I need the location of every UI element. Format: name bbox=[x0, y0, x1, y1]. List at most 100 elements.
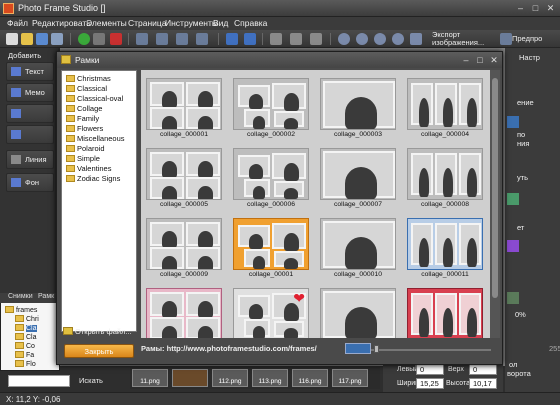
category-item[interactable]: Christmas bbox=[66, 74, 111, 83]
zoom-out-icon[interactable] bbox=[356, 33, 368, 45]
add-text-button[interactable]: Текст bbox=[6, 62, 54, 81]
dropper-icon[interactable] bbox=[507, 292, 519, 304]
save-icon[interactable] bbox=[36, 33, 48, 45]
frame-thumbnail[interactable]: collage_000004 bbox=[405, 74, 485, 142]
thumbnail[interactable]: 113.png bbox=[252, 369, 288, 387]
align-left-icon[interactable] bbox=[270, 33, 282, 45]
tab-snapshots[interactable]: Снимки bbox=[8, 293, 33, 300]
fullscreen-icon[interactable] bbox=[410, 33, 422, 45]
minimize-icon[interactable]: – bbox=[514, 2, 527, 14]
preview-button[interactable]: Предпро bbox=[512, 34, 542, 43]
frame-thumbnail[interactable]: collage_000003 bbox=[318, 74, 398, 142]
add-icon[interactable] bbox=[78, 33, 90, 45]
tree-item[interactable]: frames bbox=[5, 306, 37, 314]
backward-icon[interactable] bbox=[196, 33, 208, 45]
align-right-icon[interactable] bbox=[310, 33, 322, 45]
width-input[interactable]: 15,25 bbox=[416, 378, 444, 389]
new-icon[interactable] bbox=[6, 33, 18, 45]
menu-view[interactable]: Вид bbox=[213, 18, 228, 28]
frame-thumbnail[interactable]: collage_000002 bbox=[231, 74, 311, 142]
delete-icon[interactable] bbox=[110, 33, 122, 45]
category-item[interactable]: Family bbox=[66, 114, 99, 123]
menu-tools[interactable]: Инструменты bbox=[165, 18, 218, 28]
thumbnail[interactable] bbox=[172, 369, 208, 387]
menu-help[interactable]: Справка bbox=[234, 18, 267, 28]
add-background-button[interactable]: Фон bbox=[6, 173, 54, 192]
tab-frames[interactable]: Рамк bbox=[38, 293, 54, 300]
frame-thumbnail[interactable]: collage_000001 bbox=[144, 74, 224, 142]
tree-item[interactable]: Co bbox=[15, 342, 35, 350]
frame-thumbnail[interactable]: collage_000011 bbox=[405, 214, 485, 282]
open-file-button[interactable]: Открыть файл... bbox=[61, 324, 137, 339]
thumbnail[interactable]: 11.png bbox=[132, 369, 168, 387]
thumbnail[interactable]: 117.png bbox=[332, 369, 368, 387]
dialog-minimize-icon[interactable]: – bbox=[460, 54, 472, 66]
add-memo-button[interactable]: Мемо bbox=[6, 83, 54, 102]
frame-thumbnail[interactable] bbox=[318, 284, 398, 338]
zoom-actual-icon[interactable] bbox=[392, 33, 404, 45]
save-as-icon[interactable] bbox=[51, 33, 63, 45]
frame-thumbnail[interactable]: collage_000005 bbox=[144, 144, 224, 212]
category-item[interactable]: Valentines bbox=[66, 164, 111, 173]
undo-icon[interactable] bbox=[226, 33, 238, 45]
scrollbar-thumb[interactable] bbox=[492, 78, 498, 298]
category-item[interactable]: Collage bbox=[66, 104, 102, 113]
tree-item[interactable]: Cla bbox=[15, 333, 37, 341]
forward-icon[interactable] bbox=[176, 33, 188, 45]
frames-url[interactable]: Рамы: http://www.photoframestudio.com/fr… bbox=[141, 344, 317, 353]
zoom-fit-icon[interactable] bbox=[374, 33, 386, 45]
frame-thumbnail[interactable]: collage_00001 bbox=[231, 214, 311, 282]
tree-item[interactable]: Cla bbox=[15, 324, 37, 332]
category-item[interactable]: Simple bbox=[66, 154, 100, 163]
frame-thumbnail[interactable]: collage_000006 bbox=[231, 144, 311, 212]
menu-edit[interactable]: Редактировать bbox=[32, 18, 91, 28]
dialog-maximize-icon[interactable]: □ bbox=[474, 54, 486, 66]
frame-thumbnail[interactable]: collage_000009 bbox=[144, 214, 224, 282]
frame-icon[interactable] bbox=[507, 193, 519, 205]
search-input[interactable] bbox=[8, 375, 70, 387]
menu-page[interactable]: Страница bbox=[128, 18, 167, 28]
color-icon[interactable] bbox=[507, 240, 519, 252]
add-shape-button[interactable] bbox=[6, 104, 54, 123]
dialog-close-icon[interactable]: ✕ bbox=[488, 54, 500, 66]
bring-front-icon[interactable] bbox=[136, 33, 148, 45]
print-icon[interactable] bbox=[500, 33, 512, 45]
slider-handle[interactable] bbox=[374, 345, 379, 353]
settings-tab[interactable]: Настр bbox=[519, 53, 540, 62]
left-input[interactable]: 0 bbox=[416, 364, 444, 375]
thumbnail[interactable]: 116.png bbox=[292, 369, 328, 387]
menu-file[interactable]: Файл bbox=[7, 18, 28, 28]
send-back-icon[interactable] bbox=[156, 33, 168, 45]
open-icon[interactable] bbox=[21, 33, 33, 45]
category-item[interactable]: Classical-oval bbox=[66, 94, 123, 103]
search-button[interactable]: Искать bbox=[74, 375, 108, 387]
dropdown-icon[interactable] bbox=[93, 33, 105, 45]
frame-thumbnail[interactable]: ❤ bbox=[231, 284, 311, 338]
add-image-button[interactable] bbox=[6, 125, 54, 144]
zoom-in-icon[interactable] bbox=[338, 33, 350, 45]
category-item[interactable]: Flowers bbox=[66, 124, 103, 133]
menu-elements[interactable]: Элементы bbox=[86, 18, 127, 28]
category-item[interactable]: Classical bbox=[66, 84, 107, 93]
top-input[interactable]: 0 bbox=[469, 364, 497, 375]
tree-item[interactable]: Flo bbox=[15, 360, 36, 368]
thumbnail-size-slider[interactable] bbox=[371, 349, 491, 351]
category-item[interactable]: Miscellaneous bbox=[66, 134, 125, 143]
close-button[interactable]: Закрыть bbox=[64, 344, 134, 358]
export-image-button[interactable]: Экспорт изображения... bbox=[424, 31, 499, 47]
apply-icon[interactable] bbox=[507, 116, 519, 128]
maximize-icon[interactable]: □ bbox=[529, 2, 542, 14]
height-input[interactable]: 10,17 bbox=[469, 378, 497, 389]
redo-icon[interactable] bbox=[244, 33, 256, 45]
frame-thumbnail[interactable]: collage_000008 bbox=[405, 144, 485, 212]
frame-thumbnail[interactable] bbox=[405, 284, 485, 338]
frame-thumbnail[interactable]: collage_000007 bbox=[318, 144, 398, 212]
add-line-button[interactable]: Линия bbox=[6, 150, 54, 169]
close-icon[interactable]: ✕ bbox=[544, 2, 557, 14]
category-item[interactable]: Polaroid bbox=[66, 144, 105, 153]
align-center-icon[interactable] bbox=[290, 33, 302, 45]
frame-thumbnail[interactable]: collage_000010 bbox=[318, 214, 398, 282]
tree-item[interactable]: Fa bbox=[15, 351, 34, 359]
thumbnail[interactable]: 112.png bbox=[212, 369, 248, 387]
tree-item[interactable]: Chri bbox=[15, 315, 39, 323]
